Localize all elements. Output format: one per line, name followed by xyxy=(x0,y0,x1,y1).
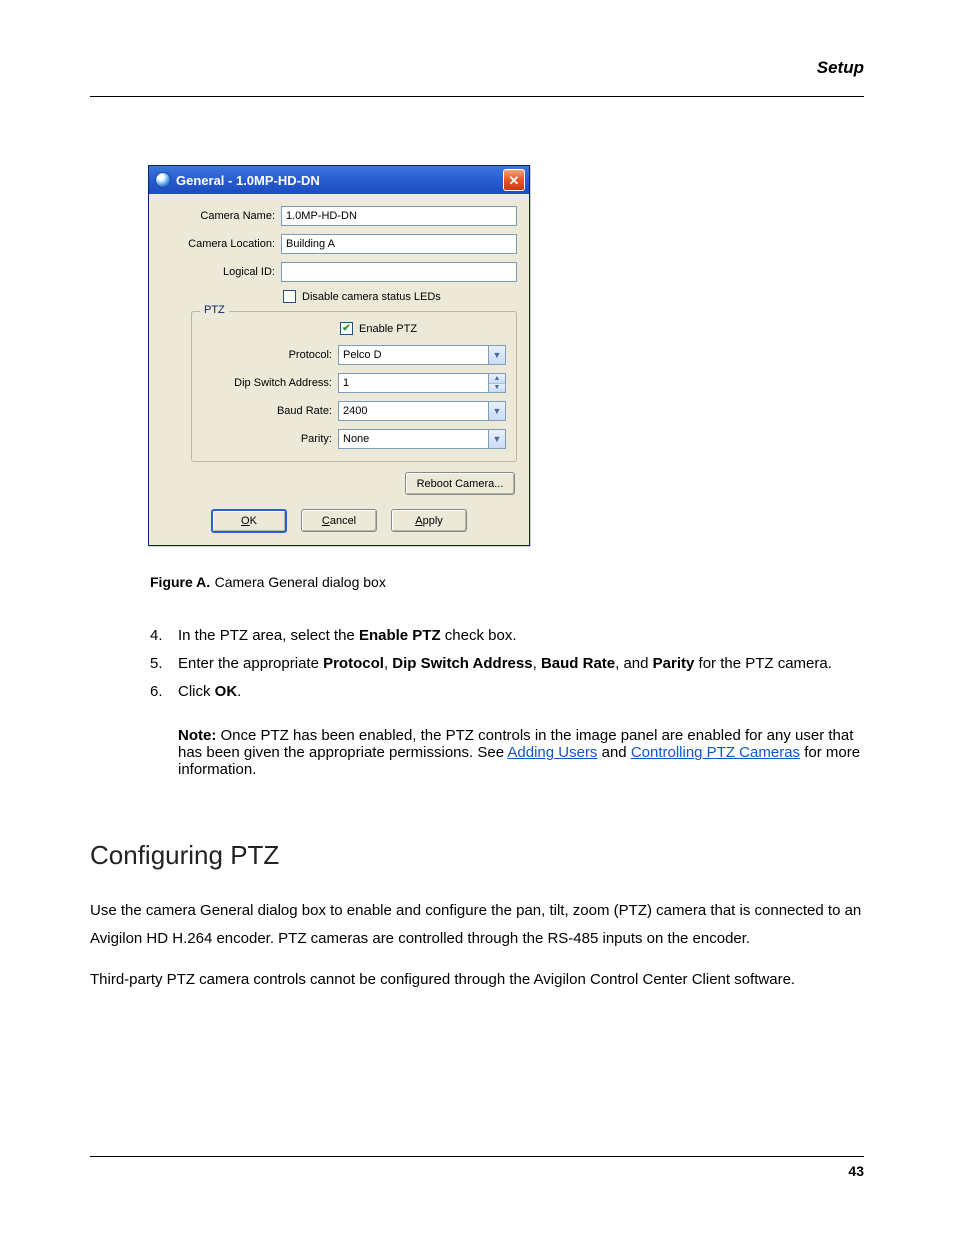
step5-num: 5. xyxy=(150,650,178,678)
step4-text: In the PTZ area, select the xyxy=(178,627,359,644)
logical-id-input[interactable] xyxy=(281,262,517,282)
ok-rest: K xyxy=(250,515,257,527)
parity-select[interactable]: None xyxy=(338,429,489,449)
close-icon: ✕ xyxy=(509,174,520,187)
page-number: 43 xyxy=(90,1163,864,1179)
note-label: Note: xyxy=(178,727,216,744)
step4-bold: Enable PTZ xyxy=(359,627,441,644)
logical-id-label: Logical ID: xyxy=(161,266,281,278)
section-heading: Configuring PTZ xyxy=(90,840,864,871)
dialog-titlebar[interactable]: General - 1.0MP-HD-DN ✕ xyxy=(149,166,529,194)
ok-mnemonic: O xyxy=(241,515,250,527)
disable-leds-label: Disable camera status LEDs xyxy=(302,291,441,303)
general-dialog: General - 1.0MP-HD-DN ✕ Camera Name: Cam… xyxy=(148,165,530,546)
enable-ptz-label: Enable PTZ xyxy=(359,323,417,335)
cancel-button[interactable]: Cancel xyxy=(301,509,377,532)
apply-rest: pply xyxy=(423,515,443,527)
step6-num: 6. xyxy=(150,678,178,706)
figure-label: Figure A. xyxy=(150,574,210,590)
apply-mnemonic: A xyxy=(415,515,422,527)
step-4: 4.In the PTZ area, select the Enable PTZ… xyxy=(150,622,864,650)
step6-t2: . xyxy=(237,683,241,700)
chevron-down-icon[interactable]: ▼ xyxy=(489,401,506,421)
baud-rate-select[interactable]: 2400 xyxy=(338,401,489,421)
step-5: 5.Enter the appropriate Protocol, Dip Sw… xyxy=(150,650,864,678)
enable-ptz-checkbox[interactable] xyxy=(340,322,353,335)
step-6: 6.Click OK. xyxy=(150,678,864,706)
parity-label: Parity: xyxy=(202,433,338,445)
spin-down-icon[interactable]: ▼ xyxy=(489,384,505,393)
step5-m2: , xyxy=(533,655,541,672)
note-text2: and xyxy=(597,744,630,761)
footer-rule xyxy=(90,1156,864,1157)
step6-b: OK xyxy=(215,683,238,700)
camera-location-label: Camera Location: xyxy=(161,238,281,250)
dip-switch-input[interactable]: 1 xyxy=(338,373,489,393)
camera-location-input[interactable] xyxy=(281,234,517,254)
dialog-title: General - 1.0MP-HD-DN xyxy=(176,173,320,188)
dip-switch-label: Dip Switch Address: xyxy=(202,377,338,389)
disable-leds-checkbox[interactable] xyxy=(283,290,296,303)
step5-m3: , and xyxy=(615,655,653,672)
step5-b4: Parity xyxy=(653,655,695,672)
chevron-down-icon[interactable]: ▼ xyxy=(489,429,506,449)
step5-b1: Protocol xyxy=(323,655,384,672)
note-block: Note: Once PTZ has been enabled, the PTZ… xyxy=(178,727,864,778)
ok-button[interactable]: OK xyxy=(211,509,287,533)
info-icon xyxy=(155,172,171,188)
step5-m4: for the PTZ camera. xyxy=(694,655,832,672)
section-paragraph-2: Third-party PTZ camera controls cannot b… xyxy=(90,971,864,988)
note-link-adding-users[interactable]: Adding Users xyxy=(507,744,597,761)
header-section: Setup xyxy=(90,58,864,78)
camera-name-input[interactable] xyxy=(281,206,517,226)
figure-title: Camera General dialog box xyxy=(215,574,386,590)
baud-rate-label: Baud Rate: xyxy=(202,405,338,417)
spin-up-icon[interactable]: ▲ xyxy=(489,374,505,384)
step5-t: Enter the appropriate xyxy=(178,655,323,672)
section-paragraph-1: Use the camera General dialog box to ena… xyxy=(90,897,864,953)
figure-caption: Figure A. Camera General dialog box xyxy=(150,574,864,592)
apply-button[interactable]: Apply xyxy=(391,509,467,532)
ptz-group-title: PTZ xyxy=(200,304,229,316)
ptz-group: PTZ Enable PTZ Protocol: Pelco D ▼ Dip S… xyxy=(191,311,517,462)
step5-b2: Dip Switch Address xyxy=(392,655,532,672)
step6-t: Click xyxy=(178,683,215,700)
reboot-camera-button[interactable]: Reboot Camera... xyxy=(405,472,515,495)
dip-switch-spinner[interactable]: ▲▼ xyxy=(489,373,506,393)
header-rule xyxy=(90,96,864,97)
step4-num: 4. xyxy=(150,622,178,650)
step5-b3: Baud Rate xyxy=(541,655,615,672)
step4-text2: check box. xyxy=(441,627,517,644)
protocol-label: Protocol: xyxy=(202,349,338,361)
protocol-select[interactable]: Pelco D xyxy=(338,345,489,365)
cancel-mnemonic: C xyxy=(322,515,330,527)
camera-name-label: Camera Name: xyxy=(161,210,281,222)
cancel-rest: ancel xyxy=(330,515,356,527)
close-button[interactable]: ✕ xyxy=(503,169,525,191)
chevron-down-icon[interactable]: ▼ xyxy=(489,345,506,365)
note-link-controlling-ptz[interactable]: Controlling PTZ Cameras xyxy=(631,744,800,761)
